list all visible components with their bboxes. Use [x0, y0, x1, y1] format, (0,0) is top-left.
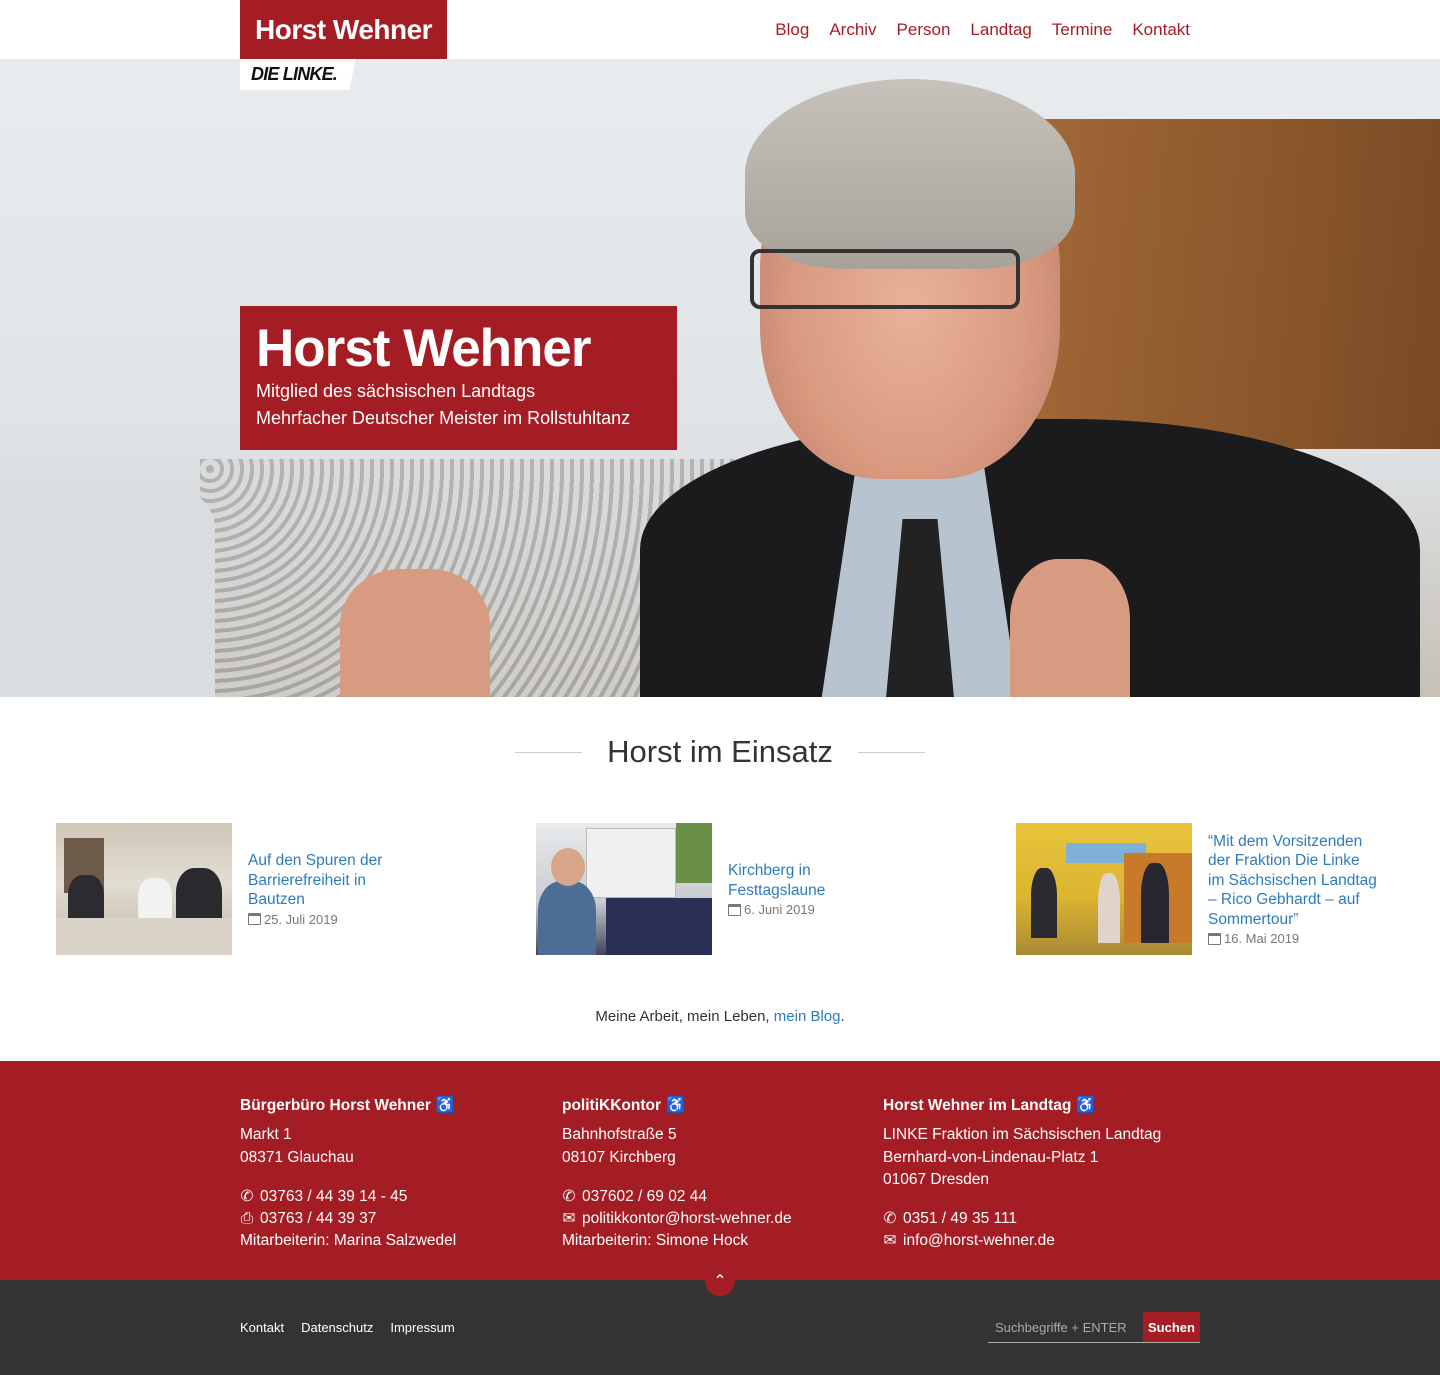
- post-title-link[interactable]: “Mit dem Vorsitzenden der Fraktion Die L…: [1208, 832, 1378, 930]
- main-nav: Blog Archiv Person Landtag Termine Konta…: [775, 0, 1190, 59]
- staff-line: Mitarbeiterin: Marina Salzwedel: [240, 1232, 457, 1250]
- post-title-link[interactable]: Kirchberg in Festtagslaune: [728, 861, 898, 900]
- post-thumbnail[interactable]: [56, 823, 232, 955]
- address-street: Bernhard-von-Lindenau-Platz 1: [883, 1148, 1099, 1166]
- post-teaser: “Mit dem Vorsitzenden der Fraktion Die L…: [1016, 823, 1378, 955]
- email-address: info@horst-wehner.de: [903, 1232, 1055, 1250]
- address-org: LINKE Fraktion im Sächsischen Landtag: [883, 1126, 1162, 1144]
- phone-line[interactable]: ✆ 037602 / 69 02 44: [562, 1186, 792, 1208]
- nav-archiv[interactable]: Archiv: [829, 20, 876, 40]
- phone-icon: ✆: [562, 1187, 576, 1205]
- mail-icon: ✉: [562, 1210, 576, 1228]
- blog-note-suffix: .: [840, 1008, 845, 1025]
- hero-person-glasses: [750, 249, 1020, 309]
- staff-line: Mitarbeiterin: Simone Hock: [562, 1232, 749, 1250]
- section-title: Horst im Einsatz: [607, 734, 833, 769]
- post-title-link[interactable]: Auf den Spuren der Barrierefreiheit in B…: [248, 851, 418, 910]
- search-button[interactable]: Suchen: [1143, 1312, 1200, 1342]
- contact-column-politikkontor: politiKKontor ♿ Bahnhofstraße 5 08107 Kir…: [562, 1095, 792, 1253]
- heading-rule-left: [515, 752, 582, 753]
- phone-number: 0351 / 49 35 111: [903, 1210, 1018, 1228]
- footer-link-kontakt[interactable]: Kontakt: [240, 1320, 284, 1335]
- post-date: 6. Juni 2019: [728, 902, 898, 917]
- contact-title-text: Horst Wehner im Landtag: [883, 1097, 1072, 1114]
- search-form: Suchen: [988, 1312, 1200, 1343]
- blog-note: Meine Arbeit, mein Leben, mein Blog.: [0, 1008, 1440, 1025]
- post-teaser: Kirchberg in Festtagslaune 6. Juni 2019: [536, 823, 898, 955]
- footer-link-datenschutz[interactable]: Datenschutz: [301, 1320, 373, 1335]
- calendar-icon: [728, 903, 741, 916]
- calendar-icon: [248, 913, 261, 926]
- phone-number: 037602 / 69 02 44: [582, 1187, 707, 1205]
- contact-column-buergerbuero: Bürgerbüro Horst Wehner ♿ Markt 1 08371 G…: [240, 1095, 456, 1253]
- fax-line: ⎙ 03763 / 44 39 37: [240, 1208, 456, 1230]
- address-city: 08107 Kirchberg: [562, 1148, 676, 1166]
- blog-note-text: Meine Arbeit, mein Leben,: [595, 1008, 770, 1025]
- contact-title-text: politiKKontor: [562, 1097, 662, 1114]
- post-date: 16. Mai 2019: [1208, 931, 1378, 946]
- nav-kontakt[interactable]: Kontakt: [1132, 20, 1190, 40]
- section-heading: Horst im Einsatz: [0, 730, 1440, 774]
- search-input[interactable]: [988, 1312, 1143, 1342]
- phone-icon: ✆: [883, 1210, 897, 1228]
- mail-icon: ✉: [883, 1232, 897, 1250]
- contact-band: Bürgerbüro Horst Wehner ♿ Markt 1 08371 G…: [0, 1061, 1440, 1280]
- party-logo-text: DIE LINKE.: [251, 64, 338, 84]
- post-thumbnail[interactable]: [1016, 823, 1192, 955]
- footer-links: Kontakt Datenschutz Impressum: [240, 1320, 455, 1335]
- phone-line[interactable]: ✆ 0351 / 49 35 111: [883, 1208, 1161, 1230]
- phone-number: 03763 / 44 39 14 - 45: [260, 1187, 408, 1205]
- phone-line[interactable]: ✆ 03763 / 44 39 14 - 45: [240, 1186, 456, 1208]
- contact-title: politiKKontor ♿: [562, 1095, 792, 1117]
- nav-person[interactable]: Person: [897, 20, 951, 40]
- post-thumbnail[interactable]: [536, 823, 712, 955]
- hero-title-box: Horst Wehner Mitglied des sächsischen La…: [240, 306, 677, 450]
- hero-subtitle-2: Mehrfacher Deutscher Meister im Rollstuh…: [256, 408, 631, 428]
- contact-title: Horst Wehner im Landtag ♿: [883, 1095, 1161, 1117]
- fax-icon: ⎙: [240, 1210, 254, 1228]
- post-date-text: 16. Mai 2019: [1224, 931, 1300, 947]
- post-date-text: 6. Juni 2019: [744, 902, 815, 917]
- phone-icon: ✆: [240, 1187, 254, 1205]
- nav-termine[interactable]: Termine: [1052, 20, 1112, 40]
- hero-person-hand-left: [340, 569, 490, 697]
- post-date: 25. Juli 2019: [248, 912, 418, 927]
- hero-subtitle-1: Mitglied des sächsischen Landtags: [256, 381, 536, 401]
- heading-rule-right: [858, 752, 925, 753]
- post-date-text: 25. Juli 2019: [264, 911, 338, 927]
- wheelchair-icon: ♿: [435, 1097, 456, 1114]
- contact-title-text: Bürgerbüro Horst Wehner: [240, 1097, 431, 1114]
- hero-title: Horst Wehner: [256, 319, 592, 378]
- email-line[interactable]: ✉ info@horst-wehner.de: [883, 1230, 1161, 1252]
- wheelchair-icon: ♿: [666, 1097, 686, 1114]
- email-line[interactable]: ✉ politikkontor@horst-wehner.de: [562, 1208, 792, 1230]
- contact-title: Bürgerbüro Horst Wehner ♿: [240, 1095, 456, 1117]
- address-street: Markt 1: [240, 1126, 292, 1144]
- party-logo[interactable]: DIE LINKE.: [240, 59, 356, 90]
- footer-link-impressum[interactable]: Impressum: [390, 1320, 454, 1335]
- back-to-top-button[interactable]: ⌃: [705, 1266, 735, 1296]
- fax-number: 03763 / 44 39 37: [260, 1210, 377, 1228]
- brand-logo[interactable]: Horst Wehner: [240, 0, 447, 59]
- wheelchair-icon: ♿: [1076, 1097, 1096, 1114]
- nav-landtag[interactable]: Landtag: [970, 20, 1031, 40]
- address-city: 08371 Glauchau: [240, 1148, 354, 1166]
- post-teaser: Auf den Spuren der Barrierefreiheit in B…: [56, 823, 418, 955]
- contact-column-landtag: Horst Wehner im Landtag ♿ LINKE Fraktion …: [883, 1095, 1161, 1253]
- hero-banner: [0, 59, 1440, 697]
- nav-blog[interactable]: Blog: [775, 20, 809, 40]
- chevron-up-icon: ⌃: [713, 1271, 727, 1290]
- hero-person-hair: [745, 79, 1075, 269]
- email-address: politikkontor@horst-wehner.de: [582, 1210, 792, 1228]
- hero-laptop: [0, 489, 215, 697]
- blog-link[interactable]: mein Blog: [774, 1008, 841, 1025]
- site-header: Horst Wehner Blog Archiv Person Landtag …: [0, 0, 1440, 59]
- address-street: Bahnhofstraße 5: [562, 1126, 677, 1144]
- address-city: 01067 Dresden: [883, 1170, 989, 1188]
- calendar-icon: [1208, 932, 1221, 945]
- hero-person-hand-right: [1010, 559, 1130, 697]
